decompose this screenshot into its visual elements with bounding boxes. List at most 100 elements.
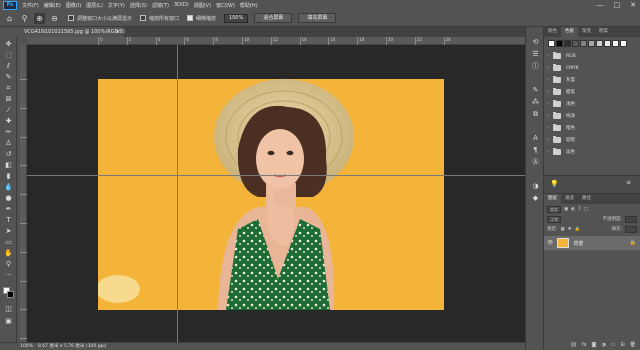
lock-pixels-icon[interactable]: ▦ <box>561 227 565 232</box>
blur-tool-icon[interactable]: 💧 <box>3 183 14 192</box>
tab-gradients[interactable]: 渐变 <box>578 27 595 37</box>
path-select-tool-icon[interactable]: ➤ <box>3 227 14 236</box>
character-icon[interactable]: A <box>530 133 541 143</box>
swatch[interactable] <box>604 40 611 47</box>
menu-select[interactable]: 选择(S) <box>130 2 147 9</box>
new-group-icon[interactable]: ▭ <box>611 341 616 350</box>
swatch[interactable] <box>580 40 587 47</box>
tab-patterns[interactable]: 图案 <box>595 27 612 37</box>
swatch-folder-darker[interactable]: › 较暗 <box>544 134 640 146</box>
add-mask-icon[interactable]: ◙ <box>591 341 596 350</box>
frame-tool-icon[interactable]: ⊠ <box>3 95 14 104</box>
swatch-folder-pastel[interactable]: › 蜡笔 <box>544 86 640 98</box>
swatch-folder-pale[interactable]: › 淡色 <box>544 146 640 158</box>
swatch-folder-pure[interactable]: › 纯净 <box>544 110 640 122</box>
swatch[interactable] <box>572 40 579 47</box>
lock-all-icon[interactable]: 🔒 <box>575 227 581 232</box>
swatch[interactable] <box>596 40 603 47</box>
tab-swatches[interactable]: 色板 <box>561 27 578 37</box>
horizontal-ruler[interactable]: 0 2 4 6 8 10 12 14 16 18 20 22 24 <box>27 37 525 45</box>
blend-mode-select[interactable]: 正常 <box>547 215 561 223</box>
opacity-field[interactable] <box>625 215 637 223</box>
vertical-guide[interactable] <box>177 45 178 342</box>
fill-screen-button[interactable]: 填充屏幕 <box>298 13 337 23</box>
status-zoom[interactable]: 100% <box>20 343 33 350</box>
menu-type[interactable]: 文字(Y) <box>108 2 125 9</box>
light-icon[interactable]: ◑ <box>530 181 541 191</box>
menu-filter[interactable]: 滤镜(T) <box>152 2 169 9</box>
menu-window[interactable]: 窗口(W) <box>216 2 235 9</box>
tab-channels[interactable]: 通道 <box>561 194 578 204</box>
swatch-folder-dark[interactable]: › 暗色 <box>544 122 640 134</box>
brushes-icon[interactable]: ⁂ <box>530 97 541 107</box>
menu-edit[interactable]: 编辑(E) <box>44 2 61 9</box>
vertical-ruler[interactable] <box>20 45 27 342</box>
gradient-tool-icon[interactable]: ▮ <box>3 172 14 181</box>
filter-pixel-icon[interactable]: ▣ <box>564 207 568 212</box>
more-tools-icon[interactable]: ··· <box>3 271 14 280</box>
status-arrow-icon[interactable]: › <box>100 343 102 350</box>
horizontal-guide[interactable] <box>27 175 525 176</box>
document-tab[interactable]: VCG41N101021585.jpg @ 100%(RGB/8) × <box>20 27 125 37</box>
eyedropper-tool-icon[interactable]: ⁄ <box>3 106 14 115</box>
link-layers-icon[interactable]: ⛓ <box>570 341 576 350</box>
menu-view[interactable]: 视图(V) <box>194 2 211 9</box>
filter-shape-icon[interactable]: ▢ <box>584 207 588 212</box>
fit-screen-button[interactable]: 适合屏幕 <box>254 13 293 23</box>
pen-tool-icon[interactable]: ✒ <box>3 205 14 214</box>
hand-tool-icon[interactable]: ✋ <box>3 249 14 258</box>
filter-adjust-icon[interactable]: ◐ <box>571 207 575 212</box>
close-tab-icon[interactable]: × <box>116 27 120 37</box>
properties-icon[interactable]: ☰ <box>530 49 541 59</box>
minimize-button[interactable]: — <box>597 1 604 9</box>
zoom-value-field[interactable]: 100% <box>224 13 249 23</box>
healing-tool-icon[interactable]: ✚ <box>3 117 14 126</box>
close-button[interactable]: ✕ <box>630 1 636 9</box>
fill-field[interactable] <box>625 225 637 233</box>
background-color-swatch[interactable] <box>7 291 14 298</box>
eye-icon[interactable]: 👁 <box>547 240 553 246</box>
new-layer-icon[interactable]: ⊞ <box>620 341 624 350</box>
marquee-tool-icon[interactable]: ⬚ <box>3 51 14 60</box>
tab-layers[interactable]: 图层 <box>544 194 561 204</box>
type-tool-icon[interactable]: T <box>3 216 14 225</box>
layer-row-background[interactable]: 👁 背景 🔒 <box>544 236 640 250</box>
lasso-tool-icon[interactable]: ℓ <box>3 62 14 71</box>
canvas-area[interactable] <box>27 45 525 342</box>
screen-mode-icon[interactable]: ▣ <box>3 317 14 326</box>
zoom-in-icon[interactable]: ⊕ <box>34 12 45 24</box>
zoom-tool-side-icon[interactable]: ⚲ <box>3 260 14 269</box>
clone-source-icon[interactable]: ⧉ <box>530 109 541 119</box>
swatch-folder-grayscale[interactable]: › 灰度 <box>544 74 640 86</box>
zoom-tool-icon[interactable]: ⚲ <box>19 13 30 24</box>
shape-icon[interactable]: ◆ <box>530 193 541 203</box>
swatch[interactable] <box>548 40 555 47</box>
document-image[interactable] <box>98 79 444 310</box>
menu-layer[interactable]: 图层(L) <box>86 2 103 9</box>
zoom-all-checkbox[interactable] <box>140 15 147 21</box>
layer-filter-select[interactable]: 类型 <box>547 205 561 213</box>
crop-tool-icon[interactable]: ⌗ <box>3 84 14 93</box>
move-tool-icon[interactable]: ✥ <box>3 40 14 49</box>
stamp-tool-icon[interactable]: ♙ <box>3 139 14 148</box>
fx-icon[interactable]: fx <box>582 341 587 350</box>
swatch[interactable] <box>588 40 595 47</box>
home-icon[interactable]: ⌂ <box>4 13 15 24</box>
zoom-out-icon[interactable]: ⊖ <box>49 13 60 24</box>
dodge-tool-icon[interactable]: ● <box>3 194 14 203</box>
panel-menu-icon[interactable]: ≡ <box>626 179 631 186</box>
menu-image[interactable]: 图像(I) <box>66 2 81 9</box>
swatch-folder-cmyk[interactable]: › CMYK <box>544 62 640 74</box>
swatch[interactable] <box>612 40 619 47</box>
lightbulb-icon[interactable]: 💡 <box>550 180 559 188</box>
swatch[interactable] <box>556 40 563 47</box>
tab-paths[interactable]: 路径 <box>578 194 595 204</box>
lock-position-icon[interactable]: ✥ <box>568 227 572 232</box>
swatch[interactable] <box>564 40 571 47</box>
swatch-folder-rgb[interactable]: › RGB <box>544 50 640 62</box>
info-icon[interactable]: ⓘ <box>530 61 541 71</box>
filter-type-icon[interactable]: T <box>578 207 581 212</box>
resize-windows-checkbox[interactable] <box>68 15 74 21</box>
delete-layer-icon[interactable]: 🗑 <box>630 341 636 350</box>
history-brush-icon[interactable]: ↺ <box>3 150 14 159</box>
